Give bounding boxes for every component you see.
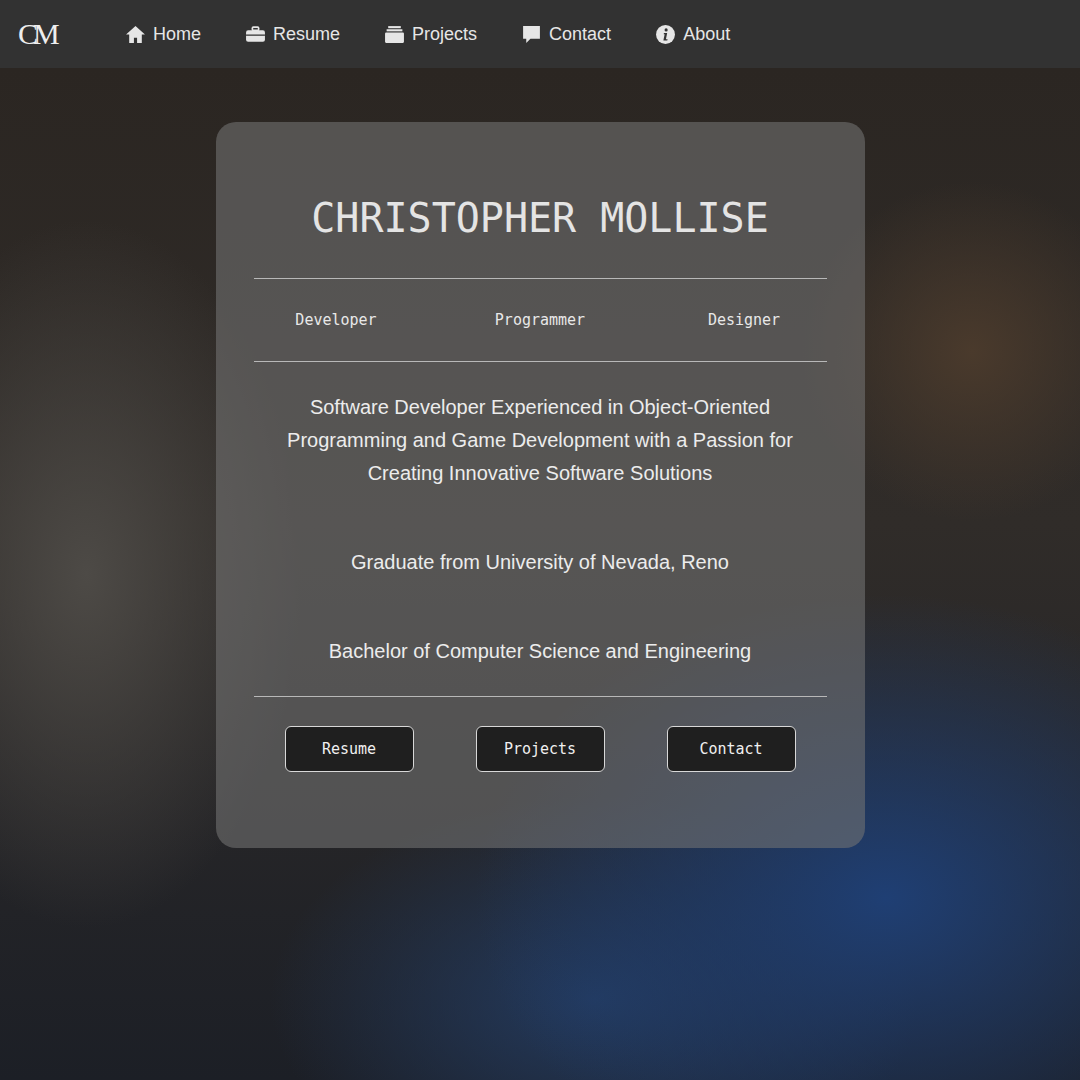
boxes-icon xyxy=(384,24,405,45)
nav-item[interactable]: Contact xyxy=(521,24,611,45)
education-line: Graduate from University of Nevada, Reno xyxy=(254,546,827,579)
speech-bubble-icon xyxy=(521,24,542,45)
button-row: Resume Projects Contact xyxy=(254,726,827,772)
role-label: Developer xyxy=(234,311,438,329)
logo[interactable]: CM xyxy=(18,17,85,51)
link-button[interactable]: Contact xyxy=(667,726,796,772)
nav-items: Home Resume Projects Contact About xyxy=(125,24,730,45)
summary-text: Software Developer Experienced in Object… xyxy=(254,391,827,490)
divider xyxy=(254,696,827,697)
home-icon xyxy=(125,24,146,45)
nav-label: About xyxy=(683,24,730,45)
role-label: Designer xyxy=(642,311,846,329)
nav-bar: CM Home Resume Projects Contact About xyxy=(0,0,1080,68)
briefcase-icon xyxy=(245,24,266,45)
link-button[interactable]: Resume xyxy=(285,726,414,772)
info-icon xyxy=(655,24,676,45)
nav-label: Resume xyxy=(273,24,340,45)
nav-label: Contact xyxy=(549,24,611,45)
nav-label: Projects xyxy=(412,24,477,45)
nav-label: Home xyxy=(153,24,201,45)
roles-row: DeveloperProgrammerDesigner xyxy=(254,279,827,361)
divider xyxy=(254,361,827,362)
link-button[interactable]: Projects xyxy=(476,726,605,772)
nav-item[interactable]: About xyxy=(655,24,730,45)
intro-card: CHRISTOPHER MOLLISE DeveloperProgrammerDe… xyxy=(216,122,865,848)
divider xyxy=(254,278,827,279)
hero: CHRISTOPHER MOLLISE DeveloperProgrammerDe… xyxy=(0,68,1080,1080)
nav-item[interactable]: Home xyxy=(125,24,201,45)
nav-item[interactable]: Projects xyxy=(384,24,477,45)
name-title: CHRISTOPHER MOLLISE xyxy=(254,194,827,242)
nav-item[interactable]: Resume xyxy=(245,24,340,45)
role-label: Programmer xyxy=(438,311,642,329)
education-line: Bachelor of Computer Science and Enginee… xyxy=(254,635,827,668)
page: CM Home Resume Projects Contact About CHRISTOP… xyxy=(0,0,1080,1080)
